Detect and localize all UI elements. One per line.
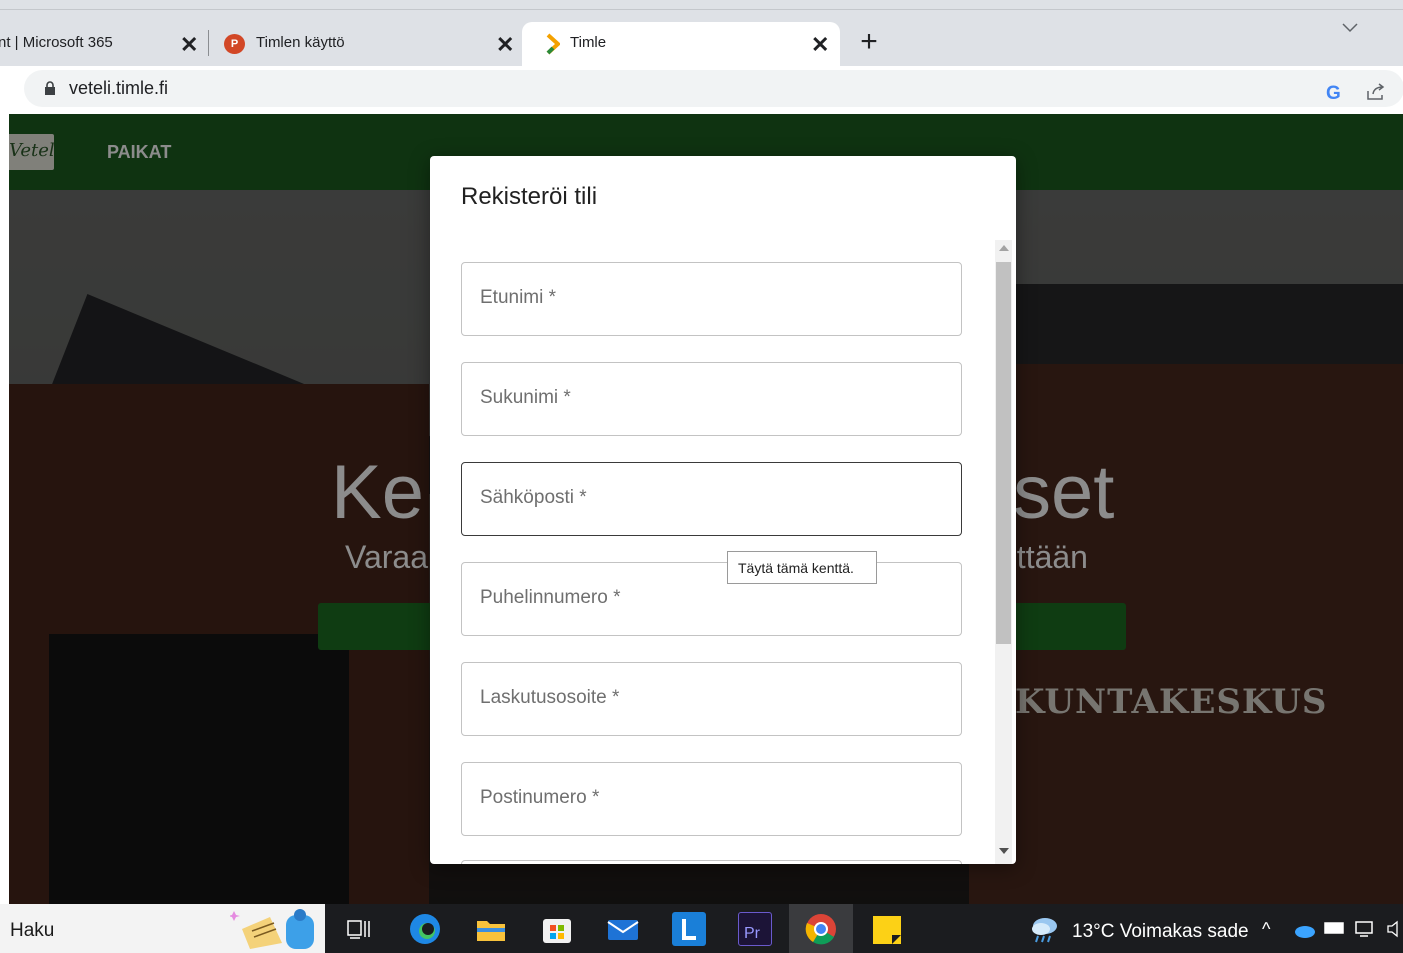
dialog-form: Etunimi * Sukunimi * Sähköposti * Puheli… [430, 240, 1016, 864]
search-highlight-icon [228, 907, 320, 951]
chrome-icon[interactable] [804, 912, 838, 946]
windows-taskbar: Haku Pr 13°C Voimakas sade ^ [0, 904, 1403, 953]
taskbar-search[interactable]: Haku [0, 904, 325, 953]
scroll-down-arrow-icon[interactable] [999, 848, 1009, 854]
field-label: Postinumero * [480, 787, 600, 808]
onedrive-icon[interactable] [1292, 922, 1316, 943]
field-label: Puhelinnumero * [480, 587, 621, 608]
field-label: Laskutusosoite * [480, 687, 620, 708]
sticky-notes-icon[interactable] [870, 912, 904, 946]
tab-timle[interactable]: Timle ✕ [522, 22, 840, 66]
dialog-scrollbar[interactable] [995, 240, 1012, 864]
email-field[interactable]: Sähköposti * [461, 462, 962, 536]
weather-text[interactable]: 13°C Voimakas sade [1072, 921, 1249, 943]
battery-icon[interactable] [1323, 920, 1347, 941]
chevron-up-icon[interactable]: ^ [1262, 919, 1270, 940]
tab-close-icon[interactable]: ✕ [180, 34, 198, 56]
next-field[interactable] [461, 860, 962, 864]
store-icon[interactable] [540, 912, 574, 946]
register-dialog: Rekisteröi tili Etunimi * Sukunimi * Säh… [430, 156, 1016, 864]
mail-icon[interactable] [606, 912, 640, 946]
new-tab-button[interactable]: + [856, 26, 882, 60]
tab-timlen-kaytto[interactable]: P Timlen käyttö ✕ [212, 22, 517, 66]
first-name-field[interactable]: Etunimi * [461, 262, 962, 336]
window-top-border [0, 9, 1403, 10]
tab-title: nt | Microsoft 365 [0, 34, 113, 51]
tab-title: Timlen käyttö [256, 34, 345, 51]
phone-field[interactable]: Puhelinnumero * [461, 562, 962, 636]
scroll-up-arrow-icon[interactable] [999, 245, 1009, 251]
network-icon[interactable] [1354, 920, 1376, 943]
share-icon[interactable] [1366, 83, 1386, 106]
address-bar: veteli.timle.fi G ☆ [0, 66, 1403, 114]
weather-icon[interactable] [1028, 912, 1062, 946]
validation-tooltip: Täytä tämä kenttä. [727, 552, 877, 584]
omnibox[interactable]: veteli.timle.fi G ☆ [24, 70, 1403, 107]
tab-close-icon[interactable]: ✕ [811, 34, 829, 56]
tab-title: Timle [570, 34, 607, 51]
browser-tabstrip: nt | Microsoft 365 ✕ P Timlen käyttö ✕ T… [0, 0, 1403, 66]
field-label: Sähköposti * [480, 487, 587, 508]
edge-icon[interactable] [408, 912, 442, 946]
task-view-icon[interactable] [342, 912, 376, 946]
google-icon[interactable]: G [1326, 83, 1341, 105]
scrollbar-thumb[interactable] [996, 262, 1011, 644]
field-label: Etunimi * [480, 287, 557, 308]
premiere-icon[interactable]: Pr [738, 912, 772, 946]
tab-microsoft-365[interactable]: nt | Microsoft 365 ✕ [0, 22, 205, 66]
search-input[interactable]: Haku [10, 920, 54, 942]
lock-icon[interactable] [44, 81, 56, 101]
powerpoint-icon: P [224, 34, 245, 54]
postal-code-field[interactable]: Postinumero * [461, 762, 962, 836]
tab-separator [208, 30, 209, 56]
tab-close-icon[interactable]: ✕ [496, 34, 514, 56]
billing-address-field[interactable]: Laskutusosoite * [461, 662, 962, 736]
file-explorer-icon[interactable] [474, 912, 508, 946]
dialog-title: Rekisteröi tili [461, 183, 598, 210]
volume-icon[interactable] [1386, 920, 1402, 943]
timle-icon [546, 33, 561, 59]
url-text[interactable]: veteli.timle.fi [69, 78, 168, 99]
last-name-field[interactable]: Sukunimi * [461, 362, 962, 436]
chevron-down-icon[interactable] [1339, 18, 1361, 38]
svg-text:Pr: Pr [744, 925, 761, 942]
l-app-icon[interactable] [672, 912, 706, 946]
field-label: Sukunimi * [480, 387, 571, 408]
